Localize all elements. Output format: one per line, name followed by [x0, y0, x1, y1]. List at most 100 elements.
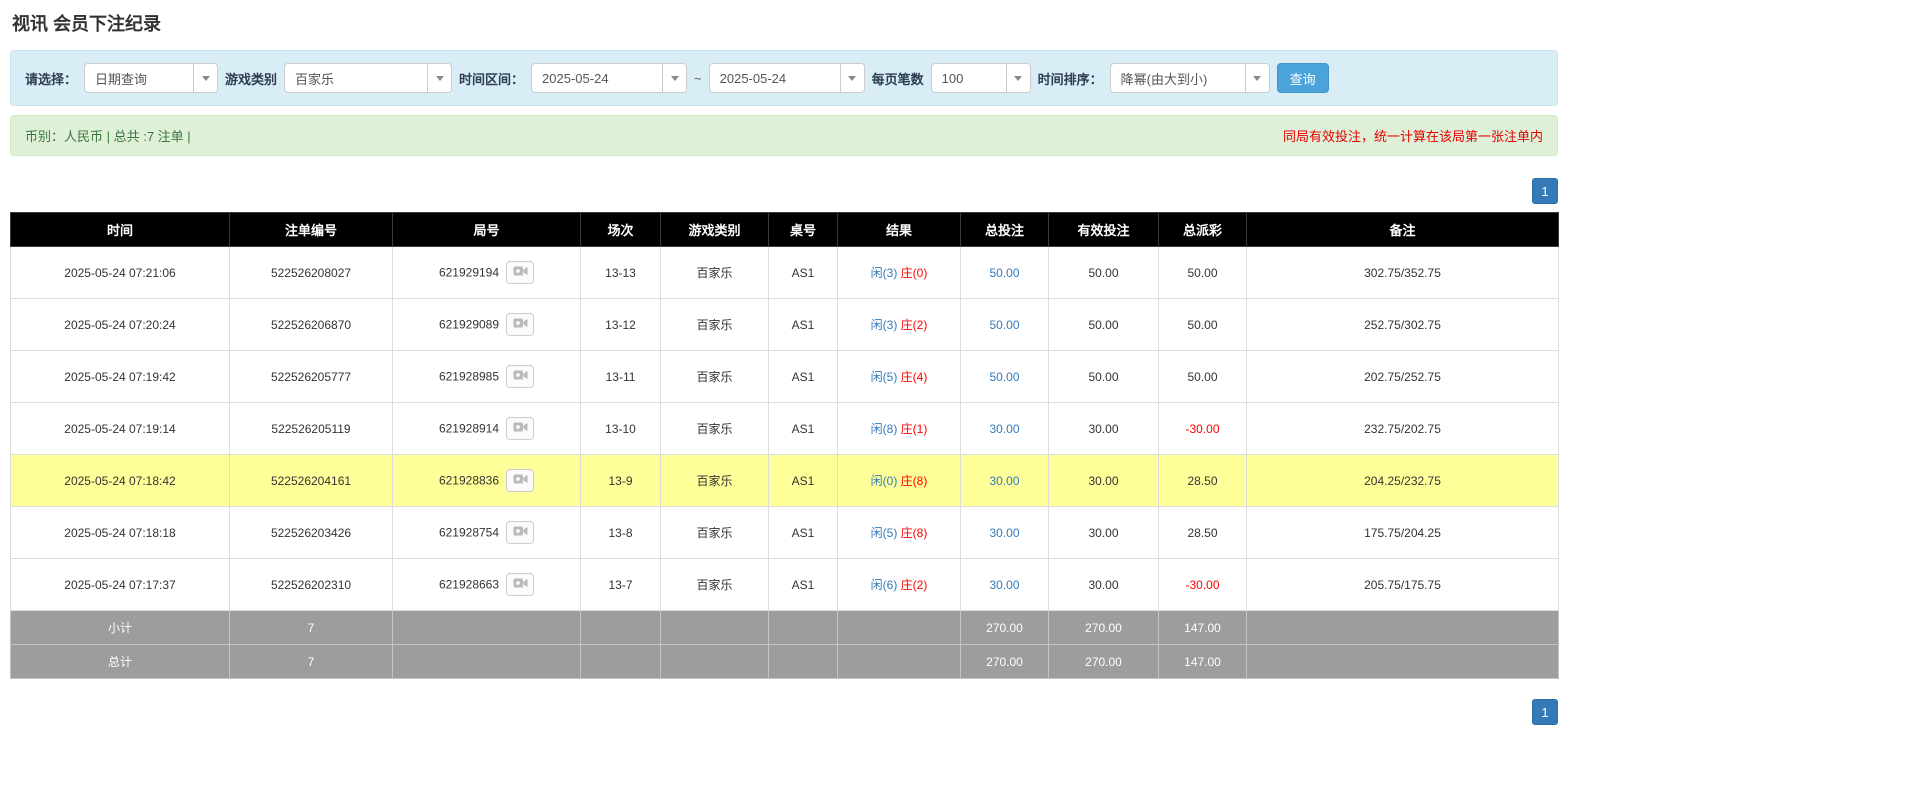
cell-game-type: 百家乐	[660, 402, 769, 455]
summary-empty	[392, 610, 581, 645]
page-size-select[interactable]: 100	[930, 63, 1031, 93]
page-1-button[interactable]: 1	[1532, 178, 1558, 204]
date-to-picker[interactable]: 2025-05-24	[708, 63, 865, 93]
cell-time: 2025-05-24 07:17:37	[10, 558, 230, 611]
cell-note: 202.75/252.75	[1246, 350, 1559, 403]
select-label: 请选择：	[25, 71, 78, 87]
round-video-button[interactable]	[506, 469, 535, 492]
cell-result: 闲(5) 庄(8)	[837, 506, 961, 559]
sort-value: 降幂(由大到小)	[1120, 71, 1208, 87]
cell-valid-bet: 30.00	[1048, 558, 1159, 611]
page-1-button[interactable]: 1	[1532, 699, 1558, 725]
summary-label: 总计	[10, 644, 230, 679]
total-bet-link[interactable]: 50.00	[989, 266, 1019, 280]
cell-valid-bet: 50.00	[1048, 298, 1159, 351]
round-video-button[interactable]	[506, 365, 535, 388]
column-header: 场次	[580, 212, 661, 247]
cell-game-type: 百家乐	[660, 350, 769, 403]
game-type-select[interactable]: 百家乐	[284, 63, 453, 93]
video-camera-icon	[513, 421, 528, 436]
query-type-value: 日期查询	[95, 71, 148, 87]
cell-game-type: 百家乐	[660, 246, 769, 299]
cell-bet-id: 522526208027	[229, 246, 393, 299]
result-banker: 庄(4)	[900, 370, 928, 384]
result-banker: 庄(8)	[900, 474, 928, 488]
summary-count: 7	[229, 644, 393, 679]
bet-records-table: 时间 注单编号 局号 场次 游戏类别 桌号 结果 总投注 有效投注 总派彩 备注 2025-05-2…	[10, 212, 1559, 679]
page-title: 视讯 会员下注纪录	[12, 14, 162, 34]
summary-empty	[1246, 610, 1559, 645]
chevron-down-icon[interactable]	[839, 64, 864, 92]
time-range-label: 时间区间：	[459, 71, 525, 87]
summary-empty	[837, 644, 961, 679]
summary-empty	[660, 644, 769, 679]
column-header: 桌号	[768, 212, 838, 247]
round-video-button[interactable]	[506, 261, 535, 284]
cell-round-id: 621928914	[392, 402, 581, 455]
cell-payout: 50.00	[1158, 350, 1247, 403]
chevron-down-icon[interactable]	[1244, 64, 1269, 92]
pagination-top: 1	[10, 178, 1558, 204]
cell-time: 2025-05-24 07:19:42	[10, 350, 230, 403]
summary-total-bet: 270.00	[960, 644, 1049, 679]
date-from-picker[interactable]: 2025-05-24	[531, 63, 688, 93]
total-bet-link[interactable]: 30.00	[989, 474, 1019, 488]
cell-game-type: 百家乐	[660, 454, 769, 507]
column-header: 游戏类别	[660, 212, 769, 247]
column-header: 局号	[392, 212, 581, 247]
cell-round-id: 621928754	[392, 506, 581, 559]
query-button[interactable]: 查询	[1276, 63, 1329, 93]
sort-select[interactable]: 降幂(由大到小)	[1109, 63, 1270, 93]
result-player: 闲(8)	[870, 422, 898, 436]
cell-total-bet: 50.00	[960, 350, 1049, 403]
table-body: 2025-05-24 07:21:06 522526208027 621929194…	[10, 246, 1559, 679]
round-number: 621929089	[438, 317, 500, 332]
round-video-button[interactable]	[506, 313, 535, 336]
total-bet-link[interactable]: 50.00	[989, 318, 1019, 332]
table-row: 2025-05-24 07:20:24 522526206870 621929089…	[10, 298, 1559, 351]
cell-note: 204.25/232.75	[1246, 454, 1559, 507]
chevron-down-icon[interactable]	[662, 64, 687, 92]
chevron-down-icon[interactable]	[427, 64, 452, 92]
cell-session: 13-10	[580, 402, 661, 455]
cell-note: 205.75/175.75	[1246, 558, 1559, 611]
video-camera-icon	[513, 525, 528, 540]
total-bet-link[interactable]: 50.00	[989, 370, 1019, 384]
chevron-down-icon[interactable]	[193, 64, 218, 92]
round-number: 621928914	[438, 421, 500, 436]
cell-valid-bet: 30.00	[1048, 506, 1159, 559]
column-header: 注单编号	[229, 212, 393, 247]
summary-valid-bet: 270.00	[1048, 644, 1159, 679]
summary-empty	[580, 610, 661, 645]
summary-empty	[1246, 644, 1559, 679]
cell-note: 232.75/202.75	[1246, 402, 1559, 455]
result-banker: 庄(2)	[900, 578, 928, 592]
total-bet-link[interactable]: 30.00	[989, 578, 1019, 592]
cell-session: 13-7	[580, 558, 661, 611]
result-banker: 庄(1)	[900, 422, 928, 436]
round-video-button[interactable]	[506, 417, 535, 440]
round-number: 621928836	[438, 473, 500, 488]
summary-label: 小计	[10, 610, 230, 645]
cell-time: 2025-05-24 07:18:18	[10, 506, 230, 559]
cell-session: 13-11	[580, 350, 661, 403]
query-type-select[interactable]: 日期查询	[84, 63, 219, 93]
round-video-button[interactable]	[506, 521, 535, 544]
round-video-button[interactable]	[506, 573, 535, 596]
page-size-label: 每页笔数	[871, 71, 924, 87]
summary-valid-bet: 270.00	[1048, 610, 1159, 645]
total-bet-link[interactable]: 30.00	[989, 422, 1019, 436]
summary-empty	[580, 644, 661, 679]
game-type-value: 百家乐	[295, 71, 335, 87]
cell-valid-bet: 50.00	[1048, 350, 1159, 403]
cell-game-type: 百家乐	[660, 506, 769, 559]
chevron-down-icon[interactable]	[1005, 64, 1030, 92]
total-bet-link[interactable]: 30.00	[989, 526, 1019, 540]
cell-table-no: AS1	[768, 402, 838, 455]
cell-round-id: 621929194	[392, 246, 581, 299]
summary-payout: 147.00	[1158, 644, 1247, 679]
round-number: 621928754	[438, 525, 500, 540]
table-row: 2025-05-24 07:19:42 522526205777 621928985…	[10, 350, 1559, 403]
cell-result: 闲(3) 庄(0)	[837, 246, 961, 299]
cell-note: 252.75/302.75	[1246, 298, 1559, 351]
